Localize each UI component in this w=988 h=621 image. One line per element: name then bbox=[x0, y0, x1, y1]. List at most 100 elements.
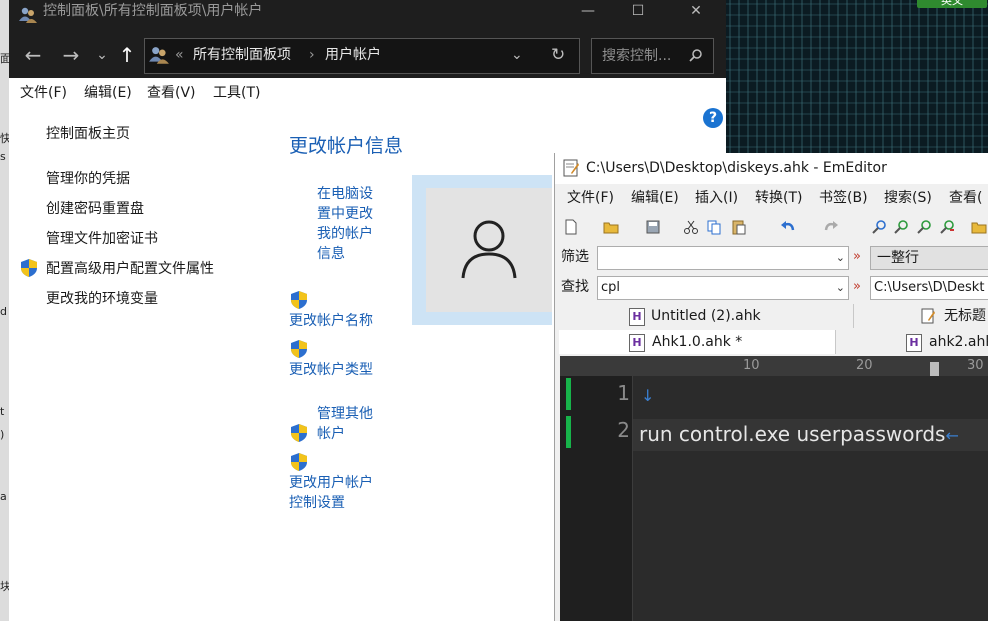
menu-bookmarks[interactable]: 书签(B) bbox=[819, 184, 868, 212]
tab-label: Ahk1.0.ahk * bbox=[652, 334, 743, 350]
link-line: 置中更改 bbox=[317, 206, 373, 222]
users-icon bbox=[149, 47, 169, 64]
filter-scope-value: 一整行 bbox=[877, 250, 919, 266]
title-bar[interactable]: C:\Users\D\Desktop\diskeys.ahk - EmEdito… bbox=[555, 153, 988, 184]
new-file-icon[interactable] bbox=[563, 219, 579, 235]
ruler-label: 30 bbox=[967, 358, 984, 373]
tab-untitled-2[interactable]: H Untitled (2).ahk bbox=[559, 304, 854, 328]
background-window-strip: 面 快 s d t ) a 块 bbox=[0, 0, 9, 621]
redo-icon[interactable] bbox=[823, 219, 839, 235]
title-bar[interactable]: 控制面板\所有控制面板项\用户帐户 — ☐ ✕ bbox=[9, 0, 726, 32]
find-input[interactable]: cpl ⌄ bbox=[597, 276, 849, 300]
code-line: run control.exe userpasswords← bbox=[639, 422, 959, 446]
link-line: 帐户 bbox=[317, 426, 345, 442]
tab-ahk1[interactable]: H Ahk1.0.ahk * bbox=[559, 330, 836, 354]
open-folder-icon[interactable] bbox=[603, 219, 619, 235]
uac-shield-icon bbox=[291, 424, 307, 442]
recent-locations-button[interactable]: ⌄ bbox=[89, 42, 115, 68]
more-options-icon[interactable]: » bbox=[853, 242, 861, 272]
find-icon[interactable] bbox=[871, 219, 887, 235]
edit-pc-settings-link[interactable]: 在电脑设 置中更改 我的帐户 信息 bbox=[317, 184, 373, 264]
sidebar-link-encryption-certs[interactable]: 管理文件加密证书 bbox=[46, 229, 158, 249]
menu-file[interactable]: 文件(F) bbox=[567, 184, 614, 212]
more-options-icon[interactable]: » bbox=[853, 272, 861, 302]
chevron-down-icon[interactable]: ⌄ bbox=[836, 247, 845, 269]
ime-indicator[interactable]: 英文 bbox=[917, 0, 987, 8]
menu-convert[interactable]: 转换(T) bbox=[755, 184, 802, 212]
save-icon[interactable] bbox=[645, 219, 661, 235]
link-line: 控制设置 bbox=[289, 495, 345, 511]
search-placeholder: 搜索控制... bbox=[602, 48, 672, 64]
address-dropdown-button[interactable]: ⌄ bbox=[511, 39, 523, 71]
menu-insert[interactable]: 插入(I) bbox=[695, 184, 738, 212]
menu-view[interactable]: 查看( bbox=[949, 184, 982, 212]
user-avatar-icon bbox=[461, 220, 517, 279]
window-title: C:\Users\D\Desktop\diskeys.ahk - EmEdito… bbox=[586, 160, 887, 176]
find-previous-icon[interactable] bbox=[916, 219, 932, 235]
link-line: 信息 bbox=[317, 246, 345, 262]
filter-scope-select[interactable]: 一整行 bbox=[870, 246, 988, 270]
find-in-files-icon[interactable] bbox=[971, 219, 987, 235]
breadcrumb-overflow[interactable]: « bbox=[175, 39, 184, 71]
link-line: 更改用户帐户 bbox=[289, 475, 373, 491]
sidebar-link-home[interactable]: 控制面板主页 bbox=[46, 124, 130, 144]
minimize-button[interactable]: — bbox=[565, 0, 611, 22]
sidebar-link-reset-disk[interactable]: 创建密码重置盘 bbox=[46, 199, 144, 219]
find-path-input[interactable]: C:\Users\D\Deskt bbox=[870, 276, 988, 300]
change-account-name-link[interactable]: 更改帐户名称 bbox=[289, 311, 373, 331]
filter-input[interactable]: ⌄ bbox=[597, 246, 849, 270]
menu-edit[interactable]: 编辑(E) bbox=[84, 78, 132, 108]
strip-glyph: 快 bbox=[0, 132, 9, 145]
menu-file[interactable]: 文件(F) bbox=[20, 78, 67, 108]
avatar[interactable] bbox=[426, 188, 552, 312]
address-field[interactable]: « 所有控制面板项 › 用户帐户 ⌄ ↻ bbox=[144, 38, 580, 74]
strip-glyph: d bbox=[0, 305, 7, 318]
back-button[interactable]: ← bbox=[20, 42, 46, 68]
sidebar-link-credentials[interactable]: 管理你的凭据 bbox=[46, 169, 130, 189]
maximize-button[interactable]: ☐ bbox=[615, 0, 661, 22]
code-area[interactable]: ↓ run control.exe userpasswords← bbox=[632, 376, 988, 621]
sidebar-link-env-vars[interactable]: 更改我的环境变量 bbox=[46, 289, 158, 309]
ruler-label: 10 bbox=[743, 358, 760, 373]
refresh-button[interactable]: ↻ bbox=[551, 39, 565, 71]
help-icon[interactable]: ? bbox=[703, 108, 723, 128]
cut-icon[interactable] bbox=[683, 219, 699, 235]
menu-view[interactable]: 查看(V) bbox=[147, 78, 196, 108]
find-next-icon[interactable] bbox=[893, 219, 909, 235]
link-line: 管理其他 bbox=[317, 406, 373, 422]
up-button[interactable]: ↑ bbox=[114, 42, 140, 68]
change-account-type-link[interactable]: 更改帐户类型 bbox=[289, 360, 373, 380]
line-number: 2 bbox=[617, 418, 630, 442]
tab-untitled-cn[interactable]: 无标题 bbox=[854, 304, 988, 328]
uac-settings-link[interactable]: 更改用户帐户 控制设置 bbox=[289, 473, 373, 513]
strip-glyph: t bbox=[0, 405, 5, 418]
menu-tools[interactable]: 工具(T) bbox=[213, 78, 260, 108]
tab-label: 无标题 bbox=[944, 308, 986, 324]
replace-icon[interactable] bbox=[939, 219, 955, 235]
sidebar-link-advanced-profile[interactable]: 配置高级用户配置文件属性 bbox=[46, 259, 214, 279]
ahk-file-icon: H bbox=[629, 334, 645, 352]
undo-icon[interactable] bbox=[780, 219, 796, 235]
strip-glyph: 面 bbox=[0, 52, 9, 65]
breadcrumb-user-accounts[interactable]: 用户帐户 bbox=[325, 39, 381, 71]
tab-ahk2[interactable]: H ahk2.ahk bbox=[836, 330, 988, 354]
filter-bar: 筛选 ⌄ » 一整行 bbox=[555, 242, 988, 272]
ruler-cursor-marker bbox=[930, 362, 939, 376]
search-input[interactable]: 搜索控制... bbox=[591, 38, 714, 74]
forward-button[interactable]: → bbox=[58, 42, 84, 68]
menu-edit[interactable]: 编辑(E) bbox=[631, 184, 679, 212]
menu-search[interactable]: 搜索(S) bbox=[884, 184, 932, 212]
emeditor-window: C:\Users\D\Desktop\diskeys.ahk - EmEdito… bbox=[554, 153, 988, 621]
menu-bar: 文件(F) 编辑(E) 查看(V) 工具(T) bbox=[9, 78, 726, 108]
breadcrumb-all-items[interactable]: 所有控制面板项 bbox=[193, 39, 291, 71]
link-line: 在电脑设 bbox=[317, 186, 373, 202]
close-button[interactable]: ✕ bbox=[673, 0, 719, 22]
copy-icon[interactable] bbox=[706, 219, 722, 235]
window-title: 控制面板\所有控制面板项\用户帐户 bbox=[43, 3, 263, 19]
editor[interactable]: 10 20 30 1 2 ↓ run control.exe userpassw… bbox=[560, 356, 988, 621]
chevron-down-icon[interactable]: ⌄ bbox=[836, 277, 845, 299]
users-icon bbox=[19, 7, 37, 23]
tab-label: ahk2.ahk bbox=[929, 334, 988, 350]
paste-icon[interactable] bbox=[731, 219, 747, 235]
manage-other-accounts-link[interactable]: 管理其他 帐户 bbox=[317, 404, 373, 444]
